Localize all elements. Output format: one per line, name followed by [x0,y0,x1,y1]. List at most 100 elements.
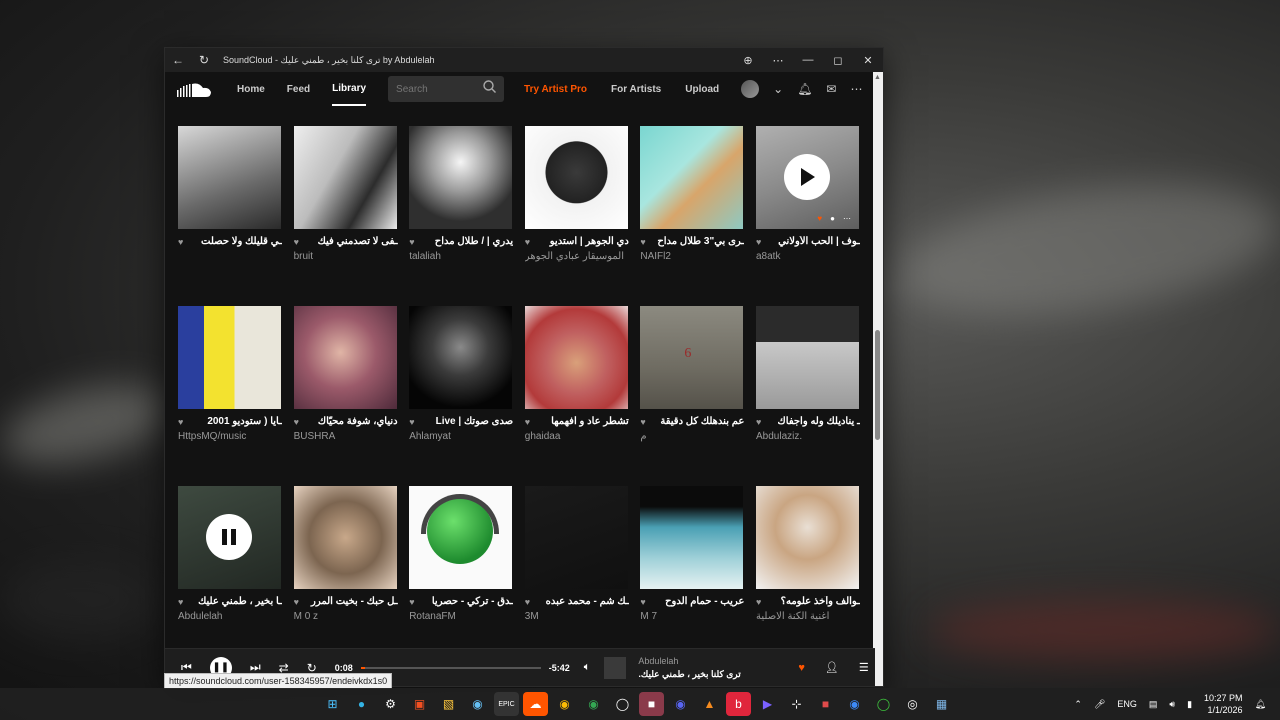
track-artist[interactable]: Abdulaziz. [756,431,860,442]
now-playing-artwork[interactable] [604,656,627,679]
track-artist[interactable]: Abdulelah [178,611,282,622]
heart-icon[interactable]: ♥ [525,597,530,607]
track-artist[interactable]: Ahlamyat [409,431,513,442]
track-artwork[interactable]: ♥ ● ⋯ [756,126,859,229]
track-artwork[interactable] [640,486,744,589]
track-artwork[interactable] [293,126,397,229]
track-artist[interactable]: م [640,431,744,442]
track-title[interactable]: دنياي، شوفة محيّاك [303,416,398,427]
zoom-icon[interactable]: ⊕ [733,48,763,72]
track-artist[interactable]: ghaidaa [525,431,629,442]
xbox-icon[interactable]: ◯ [871,692,896,716]
back-icon[interactable]: ← [165,48,191,72]
track-artwork[interactable] [524,126,628,229]
now-playing-artist[interactable]: Abdulelah [638,656,778,666]
close-icon[interactable]: ✕ [853,48,883,72]
follow-icon[interactable]: ● [830,214,835,223]
track-artist[interactable]: HttpsMQ/music [178,431,282,442]
bell-icon[interactable]: 🔔︎ [797,82,812,96]
track-artist[interactable]: NAIFl2 [640,251,744,262]
media-app-icon[interactable]: ■ [639,692,664,716]
more-options-icon[interactable]: ⋯ [850,82,862,96]
play-icon[interactable] [784,154,830,200]
track-artwork[interactable] [409,126,513,229]
heart-icon[interactable]: ♥ [756,417,761,427]
track-artwork[interactable] [409,306,513,409]
track-title[interactable]: ـك شم - محمد عبده [534,596,629,607]
heart-icon[interactable]: ♥ [525,417,530,427]
track-card[interactable]: ♥ عريب - حمام الدوح M 7 [640,486,744,622]
track-artist[interactable]: bruit [294,251,398,262]
track-artwork[interactable]: 6 [640,306,744,409]
track-title[interactable]: صدى صوتك | Live [419,416,514,427]
github-icon[interactable]: ◯ [610,692,635,716]
heart-icon[interactable]: ♥ [756,237,761,247]
recorder-icon[interactable]: ■ [813,692,838,716]
progress-bar[interactable] [360,666,541,669]
affinity-icon[interactable]: ▲ [697,692,722,716]
heart-icon[interactable]: ♥ [640,237,645,247]
heart-icon[interactable]: ♥ [409,417,414,427]
track-artwork[interactable] [293,306,397,409]
track-artist[interactable]: M 7 [640,611,744,622]
track-card[interactable]: ♥ ـا بخير ، طمني عليك Abdulelah [178,486,282,622]
nav-feed[interactable]: Feed [287,72,310,106]
steam-icon[interactable]: ◉ [465,692,490,716]
refresh-icon[interactable]: ↻ [191,48,217,72]
track-title[interactable]: ـل حبك - بخيت المرر [303,596,398,607]
heart-icon[interactable]: ♥ [178,417,183,427]
track-title[interactable]: دي الجوهر | استديو [534,236,629,247]
track-artwork[interactable] [293,486,397,589]
track-card[interactable]: ♥ ـل حبك - بخيت المرر M 0 z [293,486,398,622]
scroll-up-icon[interactable]: ▲ [874,74,881,81]
obs-icon[interactable]: ◎ [900,692,925,716]
track-title[interactable]: ـرى بي"3 طلال مداح [650,236,744,247]
minimize-icon[interactable]: — [793,48,823,72]
heart-icon[interactable]: ♥ [178,237,183,247]
avatar[interactable] [741,80,760,98]
speaker-icon[interactable]: 🔊︎ [1169,699,1175,710]
scrollbar[interactable]: ▲ [873,72,883,686]
soundcloud-app-icon[interactable]: ☁ [523,692,548,716]
search-icon[interactable] [483,80,497,98]
notification-bell-icon[interactable]: 🔔︎ [1255,699,1266,710]
settings-icon[interactable]: ⚙ [378,692,403,716]
more-icon[interactable]: ⋯ [843,214,851,223]
track-artwork[interactable] [178,486,281,589]
track-title[interactable]: ـايا ( ستوديو 2001 [187,416,282,427]
queue-icon[interactable]: ☰ [859,661,869,674]
track-title[interactable]: تشطر عاد و افهمها [534,416,629,427]
track-title[interactable]: ـ يناديلك وله واجفاك [765,416,860,427]
track-title[interactable]: ـي قليلك ولا حصلت [187,236,282,247]
maximize-icon[interactable]: ◻ [823,48,853,72]
arrow-app-icon[interactable]: ▶ [755,692,780,716]
pause-icon[interactable] [206,514,252,560]
heart-icon[interactable]: ♥ [409,237,414,247]
track-artist[interactable]: talaliah [409,251,513,262]
chrome-icon[interactable]: ◉ [552,692,577,716]
track-card[interactable]: ♥ ● ⋯ ♥ ـوف | الحب الأولاني a8atk [756,126,860,262]
track-artist[interactable]: a8atk [756,251,860,262]
heart-icon[interactable]: ♥ [525,237,530,247]
nav-home[interactable]: Home [237,72,265,106]
file-explorer-icon[interactable]: ▧ [436,692,461,716]
track-artist[interactable]: BUSHRA [294,431,398,442]
track-card[interactable]: ♥ ـ يناديلك وله واجفاك Abdulaziz. [756,306,860,442]
mail-icon[interactable]: ✉ [826,82,836,96]
track-artwork[interactable] [524,486,628,589]
track-artwork[interactable] [178,306,281,409]
track-card[interactable]: ♥ ـايا ( ستوديو 2001 HttpsMQ/music [178,306,282,442]
track-title[interactable]: ـدق - تركي - حصريا [419,596,513,607]
track-artwork[interactable] [756,486,859,589]
discord-icon[interactable]: ◉ [668,692,693,716]
microphone-icon[interactable]: 🎤︎ [1094,699,1105,710]
track-title[interactable]: ـفى لا تصدمني فيك [303,236,398,247]
track-card[interactable]: ♥ تشطر عاد و افهمها ghaidaa [524,306,629,442]
track-card[interactable]: ♥ ـوالف وآخذ علومه؟ أغنية الكنة الاصلية [756,486,860,622]
tool-app-icon[interactable]: ⊹ [784,692,809,716]
like-icon[interactable]: ♥ [817,214,822,223]
soundcloud-logo-icon[interactable] [177,80,215,98]
track-title[interactable]: يدري | / طلال مداح [419,236,513,247]
browser-app-icon[interactable]: ◉ [842,692,867,716]
track-artist[interactable]: الموسيقار عبادي الجوهر [525,251,629,262]
